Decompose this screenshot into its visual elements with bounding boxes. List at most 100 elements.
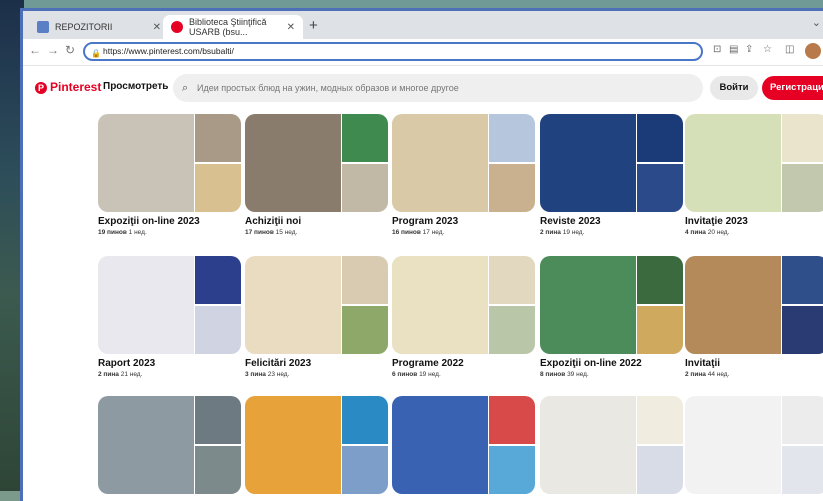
pinterest-logo-icon[interactable]: P <box>35 82 47 94</box>
pinterest-logo-text[interactable]: Pinterest <box>50 80 101 94</box>
board-cover-image <box>637 256 683 304</box>
address-bar[interactable]: 🔒 https://www.pinterest.com/bsubalti/ <box>83 42 703 61</box>
board-title[interactable]: Reviste 2023 <box>540 216 683 227</box>
board-cover-image <box>782 256 823 304</box>
translate-icon[interactable]: ▤ <box>729 44 738 55</box>
google-lens-icon[interactable]: ⊡ <box>713 44 721 55</box>
close-icon[interactable]: ✕ <box>287 22 295 33</box>
board-meta: 17 пинов 15 нед. <box>245 229 388 236</box>
board-card[interactable] <box>98 396 241 494</box>
close-icon[interactable]: ✕ <box>153 22 161 33</box>
tab-search-button[interactable]: ⌄ <box>812 16 821 29</box>
board-cover-image <box>489 164 535 212</box>
board-cover-image <box>245 114 341 212</box>
profile-avatar[interactable] <box>805 43 821 59</box>
board-cover[interactable] <box>98 256 241 354</box>
board-card[interactable] <box>392 396 535 494</box>
new-tab-button[interactable]: + <box>309 17 318 34</box>
board-cover-image <box>342 256 388 304</box>
board-cover[interactable] <box>245 114 388 212</box>
board-title[interactable]: Achiziţii noi <box>245 216 388 227</box>
board-title[interactable]: Expoziţii on-line 2023 <box>98 216 241 227</box>
login-button[interactable]: Войти <box>710 76 758 100</box>
board-meta: 2 пина 19 нед. <box>540 229 683 236</box>
bookmark-star-icon[interactable]: ☆ <box>763 44 772 55</box>
signup-button[interactable]: Регистрация <box>762 76 823 100</box>
board-cover[interactable] <box>392 396 535 494</box>
board-cover-image <box>195 256 241 304</box>
board-card[interactable]: Achiziţii noi 17 пинов 15 нед. <box>245 114 388 236</box>
board-title[interactable]: Expoziţii on-line 2022 <box>540 358 683 369</box>
board-meta: 3 пина 23 нед. <box>245 371 388 378</box>
tab-label: REPOZITORII <box>55 22 113 32</box>
forward-icon[interactable]: → <box>47 43 59 57</box>
board-age: 23 нед. <box>267 371 290 378</box>
board-cover-image <box>98 256 194 354</box>
board-meta: 19 пинов 1 нед. <box>98 229 241 236</box>
board-cover-image <box>782 164 823 212</box>
share-icon[interactable]: ⇪ <box>745 44 753 55</box>
board-card[interactable]: Felicitări 2023 3 пина 23 нед. <box>245 256 388 378</box>
tab-pinterest[interactable]: Biblioteca Ştiinţifică USARB (bsu... ✕ <box>163 15 303 39</box>
board-cover[interactable] <box>685 114 823 212</box>
board-cover-image <box>342 164 388 212</box>
board-cover-image <box>685 256 781 354</box>
board-cover[interactable] <box>540 256 683 354</box>
board-cover[interactable] <box>540 114 683 212</box>
board-title[interactable]: Felicitări 2023 <box>245 358 388 369</box>
board-age: 1 нед. <box>128 229 147 236</box>
board-card[interactable] <box>540 396 683 494</box>
board-pin-count: 4 пина <box>685 229 706 236</box>
board-age: 15 нед. <box>275 229 298 236</box>
board-cover[interactable] <box>98 114 241 212</box>
board-cover-image <box>782 306 823 354</box>
board-cover[interactable] <box>245 256 388 354</box>
board-cover-image <box>195 396 241 444</box>
board-cover-image <box>195 446 241 494</box>
pinterest-header: P Pinterest Просмотреть ⌕ Идеи простых б… <box>23 66 823 112</box>
board-cover-image <box>489 256 535 304</box>
board-title[interactable]: Programe 2022 <box>392 358 535 369</box>
tab-label: Biblioteca Ştiinţifică USARB (bsu... <box>189 17 267 37</box>
board-cover-image <box>342 306 388 354</box>
board-meta: 6 пинов 19 нед. <box>392 371 535 378</box>
board-card[interactable]: Expoziţii on-line 2022 8 пинов 39 нед. <box>540 256 683 378</box>
board-cover[interactable] <box>98 396 241 494</box>
board-cover-image <box>637 306 683 354</box>
board-cover[interactable] <box>245 396 388 494</box>
url-text: https://www.pinterest.com/bsubalti/ <box>103 46 234 56</box>
board-cover[interactable] <box>392 256 535 354</box>
board-card[interactable]: Invitaţii 2 пина 44 нед. <box>685 256 823 378</box>
board-cover[interactable] <box>685 256 823 354</box>
board-meta: 2 пина 44 нед. <box>685 371 823 378</box>
board-title[interactable]: Invitaţie 2023 <box>685 216 823 227</box>
board-cover-image <box>245 256 341 354</box>
board-cover[interactable] <box>540 396 683 494</box>
board-card[interactable]: Invitaţie 2023 4 пина 20 нед. <box>685 114 823 236</box>
board-card[interactable] <box>685 396 823 494</box>
board-title[interactable]: Invitaţii <box>685 358 823 369</box>
search-input[interactable]: ⌕ Идеи простых блюд на ужин, модных обра… <box>173 74 703 102</box>
board-cover[interactable] <box>392 114 535 212</box>
explore-link[interactable]: Просмотреть <box>103 81 168 92</box>
board-card[interactable]: Raport 2023 2 пина 21 нед. <box>98 256 241 378</box>
sidebar-icon[interactable]: ◫ <box>785 44 794 55</box>
board-pin-count: 3 пина <box>245 371 266 378</box>
board-pin-count: 19 пинов <box>98 229 127 236</box>
board-title[interactable]: Program 2023 <box>392 216 535 227</box>
board-card[interactable]: Program 2023 16 пинов 17 нед. <box>392 114 535 236</box>
board-card[interactable] <box>245 396 388 494</box>
board-title[interactable]: Raport 2023 <box>98 358 241 369</box>
board-card[interactable]: Programe 2022 6 пинов 19 нед. <box>392 256 535 378</box>
reload-icon[interactable]: ↻ <box>65 43 75 57</box>
board-age: 44 нед. <box>707 371 730 378</box>
board-cover-image <box>195 306 241 354</box>
board-card[interactable]: Reviste 2023 2 пина 19 нед. <box>540 114 683 236</box>
board-card[interactable]: Expoziţii on-line 2023 19 пинов 1 нед. <box>98 114 241 236</box>
board-cover[interactable] <box>685 396 823 494</box>
tab-repozitorii[interactable]: REPOZITORII ✕ <box>29 15 169 39</box>
back-icon[interactable]: ← <box>29 43 41 57</box>
board-age: 21 нед. <box>120 371 143 378</box>
board-cover-image <box>195 114 241 162</box>
board-meta: 4 пина 20 нед. <box>685 229 823 236</box>
